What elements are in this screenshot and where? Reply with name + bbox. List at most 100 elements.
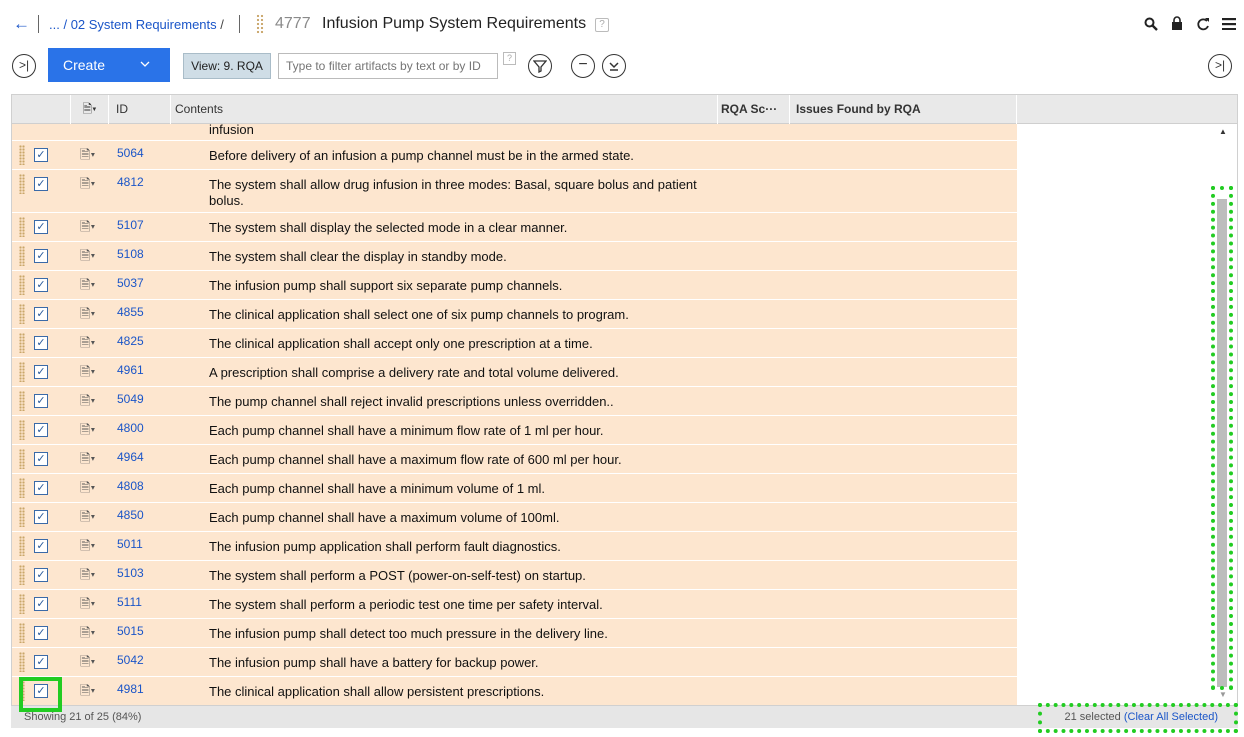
row-checkbox[interactable]: ✓ bbox=[34, 365, 48, 379]
drag-handle-icon[interactable] bbox=[19, 623, 25, 643]
table-row-partial[interactable]: infusion bbox=[12, 122, 1017, 141]
row-checkbox[interactable]: ✓ bbox=[34, 423, 48, 437]
scroll-down-icon[interactable]: ▼ bbox=[1219, 690, 1227, 699]
refresh-icon[interactable] bbox=[1196, 17, 1210, 34]
row-checkbox[interactable]: ✓ bbox=[34, 597, 48, 611]
drag-handle-icon[interactable] bbox=[19, 594, 25, 614]
row-id-link[interactable]: 4825 bbox=[117, 334, 144, 348]
table-row[interactable]: ✓ 🗎▾ 5111 The system shall perform a period… bbox=[12, 590, 1017, 619]
row-checkbox[interactable]: ✓ bbox=[34, 481, 48, 495]
lock-icon[interactable] bbox=[1170, 16, 1184, 34]
table-row[interactable]: ✓ 🗎▾ 4800 Each pump channel shall have a mi… bbox=[12, 416, 1017, 445]
breadcrumb-folder-link[interactable]: 02 System Requirements bbox=[71, 17, 217, 32]
drag-handle-icon[interactable] bbox=[19, 145, 25, 165]
table-row[interactable]: ✓ 🗎▾ 5042 The infusion pump shall have a ba… bbox=[12, 648, 1017, 677]
row-id-link[interactable]: 4855 bbox=[117, 305, 144, 319]
drag-handle-icon[interactable] bbox=[19, 246, 25, 266]
document-menu-icon[interactable]: 🗎▾ bbox=[80, 363, 95, 385]
document-menu-icon[interactable]: 🗎▾ bbox=[80, 247, 95, 269]
table-row[interactable]: ✓ 🗎▾ 4981 The clinical application shall al… bbox=[12, 677, 1017, 705]
table-row[interactable]: ✓ 🗎▾ 4961 A prescription shall comprise a d… bbox=[12, 358, 1017, 387]
row-id-link[interactable]: 4808 bbox=[117, 479, 144, 493]
row-id-link[interactable]: 4800 bbox=[117, 421, 144, 435]
table-row[interactable]: ✓ 🗎▾ 5049 The pump channel shall reject inv… bbox=[12, 387, 1017, 416]
table-row[interactable]: ✓ 🗎▾ 4812 The system shall allow drug infus… bbox=[12, 170, 1017, 213]
collapse-all-icon[interactable]: − bbox=[571, 54, 595, 78]
row-checkbox[interactable]: ✓ bbox=[34, 626, 48, 640]
table-row[interactable]: ✓ 🗎▾ 4964 Each pump channel shall have a ma… bbox=[12, 445, 1017, 474]
row-checkbox[interactable]: ✓ bbox=[34, 220, 48, 234]
filter-input[interactable] bbox=[278, 53, 498, 79]
column-header-type[interactable]: 🗎▾ bbox=[71, 95, 109, 124]
row-checkbox[interactable]: ✓ bbox=[34, 278, 48, 292]
document-menu-icon[interactable]: 🗎▾ bbox=[80, 334, 95, 356]
document-menu-icon[interactable]: 🗎▾ bbox=[80, 624, 95, 646]
drag-handle-icon[interactable] bbox=[19, 174, 25, 194]
row-checkbox[interactable]: ✓ bbox=[34, 568, 48, 582]
document-menu-icon[interactable]: 🗎▾ bbox=[80, 479, 95, 501]
row-checkbox[interactable]: ✓ bbox=[34, 249, 48, 263]
drag-handle-icon[interactable] bbox=[19, 478, 25, 498]
row-checkbox[interactable]: ✓ bbox=[34, 510, 48, 524]
document-menu-icon[interactable]: 🗎▾ bbox=[80, 175, 95, 197]
row-id-link[interactable]: 4961 bbox=[117, 363, 144, 377]
row-checkbox[interactable]: ✓ bbox=[34, 177, 48, 191]
row-id-link[interactable]: 5011 bbox=[117, 537, 143, 551]
collapse-panel-icon[interactable]: >| bbox=[12, 54, 36, 78]
row-id-link[interactable]: 4981 bbox=[117, 682, 144, 696]
table-row[interactable]: ✓ 🗎▾ 5108 The system shall clear the displa… bbox=[12, 242, 1017, 271]
scroll-up-icon[interactable]: ▲ bbox=[1219, 127, 1227, 136]
page-title[interactable]: Infusion Pump System Requirements bbox=[322, 15, 586, 33]
row-checkbox[interactable]: ✓ bbox=[34, 452, 48, 466]
table-row[interactable]: ✓ 🗎▾ 5015 The infusion pump shall detect to… bbox=[12, 619, 1017, 648]
document-menu-icon[interactable]: 🗎▾ bbox=[80, 276, 95, 298]
row-id-link[interactable]: 5049 bbox=[117, 392, 144, 406]
document-menu-icon[interactable]: 🗎▾ bbox=[80, 537, 95, 559]
create-button[interactable]: Create bbox=[48, 48, 170, 82]
view-selector[interactable]: View: 9. RQA bbox=[183, 53, 271, 79]
drag-handle-icon[interactable] bbox=[256, 14, 264, 34]
drag-handle-icon[interactable] bbox=[19, 420, 25, 440]
table-row[interactable]: ✓ 🗎▾ 5011 The infusion pump application sha… bbox=[12, 532, 1017, 561]
column-header-contents[interactable]: Contents bbox=[171, 95, 718, 124]
table-row[interactable]: ✓ 🗎▾ 4855 The clinical application shall se… bbox=[12, 300, 1017, 329]
document-menu-icon[interactable]: 🗎▾ bbox=[80, 450, 95, 472]
table-row[interactable]: ✓ 🗎▾ 5064 Before delivery of an infusion a … bbox=[12, 141, 1017, 170]
row-id-link[interactable]: 5015 bbox=[117, 624, 144, 638]
table-row[interactable]: ✓ 🗎▾ 4808 Each pump channel shall have a mi… bbox=[12, 474, 1017, 503]
menu-icon[interactable] bbox=[1222, 17, 1236, 33]
row-checkbox[interactable]: ✓ bbox=[34, 148, 48, 162]
document-menu-icon[interactable]: 🗎▾ bbox=[80, 421, 95, 443]
row-id-link[interactable]: 5103 bbox=[117, 566, 144, 580]
document-menu-icon[interactable]: 🗎▾ bbox=[80, 682, 95, 704]
row-id-link[interactable]: 4964 bbox=[117, 450, 144, 464]
row-id-link[interactable]: 5064 bbox=[117, 146, 144, 160]
row-id-link[interactable]: 4850 bbox=[117, 508, 144, 522]
document-menu-icon[interactable]: 🗎▾ bbox=[80, 218, 95, 240]
row-checkbox[interactable]: ✓ bbox=[34, 539, 48, 553]
expand-all-icon[interactable] bbox=[602, 54, 626, 78]
drag-handle-icon[interactable] bbox=[19, 536, 25, 556]
drag-handle-icon[interactable] bbox=[19, 652, 25, 672]
row-checkbox[interactable]: ✓ bbox=[34, 394, 48, 408]
document-menu-icon[interactable]: 🗎▾ bbox=[80, 508, 95, 530]
drag-handle-icon[interactable] bbox=[19, 449, 25, 469]
row-id-link[interactable]: 4812 bbox=[117, 175, 144, 189]
row-id-link[interactable]: 5108 bbox=[117, 247, 144, 261]
filter-icon[interactable] bbox=[528, 54, 552, 78]
document-menu-icon[interactable]: 🗎▾ bbox=[80, 595, 95, 617]
drag-handle-icon[interactable] bbox=[19, 507, 25, 527]
drag-handle-icon[interactable] bbox=[19, 333, 25, 353]
search-icon[interactable] bbox=[1144, 17, 1158, 34]
column-header-select[interactable] bbox=[12, 95, 71, 124]
document-menu-icon[interactable]: 🗎▾ bbox=[80, 653, 95, 675]
row-id-link[interactable]: 5107 bbox=[117, 218, 144, 232]
document-menu-icon[interactable]: 🗎▾ bbox=[80, 392, 95, 414]
drag-handle-icon[interactable] bbox=[19, 362, 25, 382]
column-header-id[interactable]: ID bbox=[109, 95, 171, 124]
help-icon[interactable]: ? bbox=[595, 18, 609, 32]
table-row[interactable]: ✓ 🗎▾ 5103 The system shall perform a POST (… bbox=[12, 561, 1017, 590]
table-row[interactable]: ✓ 🗎▾ 4850 Each pump channel shall have a ma… bbox=[12, 503, 1017, 532]
column-header-rqa-score[interactable]: RQA Sc··· bbox=[718, 95, 790, 124]
drag-handle-icon[interactable] bbox=[19, 565, 25, 585]
